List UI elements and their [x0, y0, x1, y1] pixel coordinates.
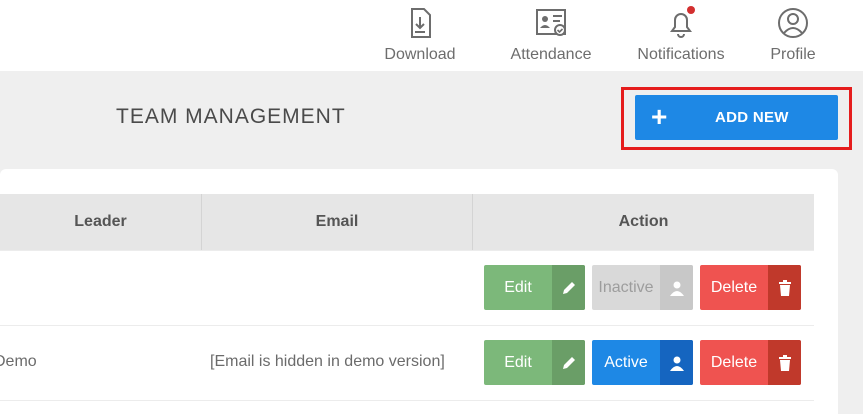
user-icon — [660, 265, 693, 310]
user-icon — [660, 340, 693, 385]
trash-icon — [768, 340, 801, 385]
row-divider — [0, 400, 814, 401]
nav-notifications-label: Notifications — [637, 46, 725, 63]
row-divider — [0, 325, 814, 326]
delete-button[interactable]: Delete — [700, 265, 801, 310]
nav-notifications[interactable]: Notifications — [634, 0, 728, 71]
trash-icon — [768, 265, 801, 310]
profile-icon — [778, 8, 808, 38]
edit-button[interactable]: Edit — [484, 340, 585, 385]
delete-label: Delete — [710, 278, 758, 296]
status-toggle-button[interactable]: Inactive — [592, 265, 693, 310]
nav-profile[interactable]: Profile — [766, 0, 820, 71]
leader-cell: Demo — [0, 353, 37, 370]
column-header-leader: Leader — [74, 213, 127, 230]
nav-attendance[interactable]: Attendance — [509, 0, 593, 71]
page-title: TEAM MANAGEMENT — [116, 105, 346, 128]
download-icon — [411, 8, 431, 38]
add-new-button[interactable]: + ADD NEW — [635, 95, 838, 140]
column-header-email: Email — [315, 213, 359, 230]
nav-download-label: Download — [384, 46, 456, 63]
nav-download[interactable]: Download — [384, 0, 456, 71]
column-header-action: Action — [618, 213, 669, 230]
plus-icon: + — [651, 101, 668, 132]
nav-attendance-label: Attendance — [510, 46, 592, 63]
delete-label: Delete — [710, 353, 758, 371]
top-nav-bar: Download Attendance Notifications Profil… — [0, 0, 863, 71]
delete-button[interactable]: Delete — [700, 340, 801, 385]
edit-button[interactable]: Edit — [484, 265, 585, 310]
nav-profile-label: Profile — [770, 46, 816, 63]
row-divider — [0, 250, 814, 251]
bell-icon — [670, 6, 695, 38]
status-toggle-button[interactable]: Active — [592, 340, 693, 385]
status-label: Active — [604, 353, 648, 371]
edit-label: Edit — [504, 353, 532, 371]
edit-label: Edit — [504, 278, 532, 296]
add-new-label: ADD NEW — [715, 109, 789, 126]
attendance-icon — [536, 9, 566, 36]
status-label: Inactive — [598, 278, 654, 296]
pencil-icon — [552, 340, 585, 385]
pencil-icon — [552, 265, 585, 310]
notification-dot — [687, 6, 695, 14]
email-cell: [Email is hidden in demo version] — [210, 353, 445, 370]
